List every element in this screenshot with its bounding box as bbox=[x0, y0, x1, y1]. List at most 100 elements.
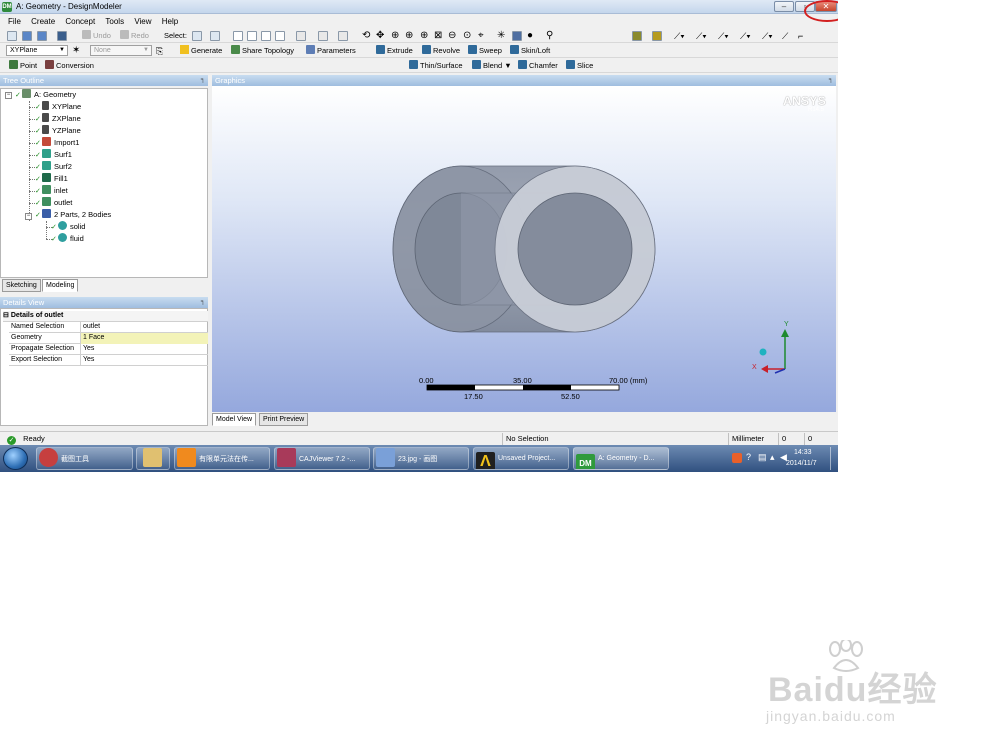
point-button[interactable]: Point bbox=[9, 60, 37, 72]
zoom-box-icon[interactable]: ⊕ bbox=[420, 30, 428, 42]
pin-icon[interactable]: ╕ bbox=[201, 297, 205, 308]
sweep-button[interactable]: Sweep bbox=[468, 45, 502, 57]
taskbar-designmodeler[interactable]: DMA: Geometry - D... bbox=[573, 447, 669, 470]
tree-item-fluid[interactable]: ✓ fluid bbox=[51, 233, 84, 245]
line-tool-4-icon[interactable]: ⟋▾ bbox=[740, 30, 751, 42]
tree-item-fill1[interactable]: ✓ Fill1 bbox=[35, 173, 68, 185]
select-point-icon[interactable] bbox=[192, 31, 202, 41]
taskbar-paint[interactable]: 23.jpg - 画图 bbox=[373, 447, 469, 470]
select-edge-icon[interactable] bbox=[247, 31, 257, 41]
new-plane-icon[interactable]: ✶ bbox=[72, 45, 80, 57]
taskbar-explorer[interactable] bbox=[136, 447, 170, 470]
tab-modeling[interactable]: Modeling bbox=[42, 279, 79, 292]
zoom-out-icon[interactable]: ⊖ bbox=[448, 30, 456, 42]
magnifier-icon[interactable]: ⊙ bbox=[463, 30, 471, 42]
extrude-button[interactable]: Extrude bbox=[376, 45, 413, 57]
tree-item-import1[interactable]: ✓ Import1 bbox=[35, 137, 79, 149]
details-row[interactable]: Named Selection outlet bbox=[9, 322, 208, 333]
minimize-button[interactable]: – bbox=[774, 1, 794, 12]
zoom-in-icon[interactable]: ⊕ bbox=[405, 30, 413, 42]
status-units[interactable]: Millimeter bbox=[728, 433, 778, 445]
expand-root-icon[interactable]: − bbox=[5, 92, 12, 99]
line-tool-2-icon[interactable]: ⟋▾ bbox=[696, 30, 707, 42]
zoom-fit-icon[interactable]: ⊠ bbox=[434, 30, 442, 42]
tree-item-solid[interactable]: ✓ solid bbox=[51, 221, 85, 233]
line-tool-1-icon[interactable]: ⟋▾ bbox=[674, 30, 685, 42]
extend-selection-icon[interactable] bbox=[296, 31, 306, 41]
start-button[interactable] bbox=[3, 447, 28, 470]
measure-icon[interactable]: ⚲ bbox=[546, 30, 553, 42]
menu-create[interactable]: Create bbox=[27, 15, 59, 28]
menu-tools[interactable]: Tools bbox=[101, 15, 128, 28]
screenshot-icon[interactable] bbox=[57, 31, 67, 41]
triad-icon[interactable]: ✳ bbox=[497, 30, 505, 42]
tree-item-parts[interactable]: ✓ 2 Parts, 2 Bodies bbox=[35, 209, 111, 221]
help-icon[interactable]: ? bbox=[746, 452, 751, 462]
menu-concept[interactable]: Concept bbox=[61, 15, 99, 28]
select-body-icon[interactable] bbox=[275, 31, 285, 41]
selection-filter-icon[interactable] bbox=[318, 31, 328, 41]
pin-icon[interactable]: ╕ bbox=[829, 75, 833, 86]
rotate-icon[interactable]: ⟲ bbox=[362, 30, 370, 42]
blend-button[interactable]: Blend ▼ bbox=[472, 60, 512, 72]
display-model-icon[interactable] bbox=[512, 31, 522, 41]
line-tool-7-icon[interactable]: ⌐ bbox=[798, 30, 803, 42]
taskbar-snipping-tool[interactable]: 截图工具 bbox=[36, 447, 133, 470]
menu-file[interactable]: File bbox=[0, 15, 25, 28]
zoom-icon[interactable]: ⊕ bbox=[391, 30, 399, 42]
tray-arrow-icon[interactable]: ▴ bbox=[770, 452, 775, 463]
pin-icon[interactable]: ╕ bbox=[201, 75, 205, 86]
line-tool-5-icon[interactable]: ⟋▾ bbox=[762, 30, 773, 42]
tab-sketching[interactable]: Sketching bbox=[2, 279, 41, 292]
plane-select[interactable]: XYPlane ▼ bbox=[6, 45, 68, 56]
line-tool-6-icon[interactable]: ⟋ bbox=[782, 30, 788, 42]
tab-model-view[interactable]: Model View bbox=[212, 413, 257, 426]
select-vertex-icon[interactable] bbox=[233, 31, 243, 41]
pan-icon[interactable]: ✥ bbox=[376, 30, 384, 42]
tree-item-xyplane[interactable]: ✓ XYPlane bbox=[35, 101, 81, 113]
color-options-icon[interactable] bbox=[652, 31, 662, 41]
tray-app-icon[interactable] bbox=[732, 453, 742, 463]
generate-button[interactable]: Generate bbox=[180, 45, 222, 57]
share-topology-button[interactable]: Share Topology bbox=[231, 45, 294, 57]
tab-print-preview[interactable]: Print Preview bbox=[259, 413, 309, 426]
slice-button[interactable]: Slice bbox=[566, 60, 593, 72]
show-desktop-button[interactable] bbox=[830, 447, 838, 470]
graphics-options-icon[interactable] bbox=[632, 31, 642, 41]
sketch-select[interactable]: None ▼ bbox=[90, 45, 152, 56]
skin-loft-button[interactable]: Skin/Loft bbox=[510, 45, 550, 57]
menu-view[interactable]: View bbox=[130, 15, 155, 28]
thin-surface-button[interactable]: Thin/Surface bbox=[409, 60, 463, 72]
parameters-button[interactable]: Parameters bbox=[306, 45, 356, 57]
new-sketch-icon[interactable]: ⎘ bbox=[156, 45, 163, 57]
new-icon[interactable] bbox=[7, 31, 17, 41]
network-icon[interactable]: ▤ bbox=[758, 452, 767, 463]
tree-item-inlet[interactable]: ✓ inlet bbox=[35, 185, 68, 197]
triad-isometric-ball[interactable] bbox=[759, 348, 767, 356]
tree-root[interactable]: ✓ A: Geometry bbox=[15, 89, 76, 101]
line-tool-3-icon[interactable]: ⟋▾ bbox=[718, 30, 729, 42]
details-row[interactable]: Propagate Selection Yes bbox=[9, 344, 208, 355]
details-row[interactable]: Geometry 1 Face bbox=[9, 333, 208, 344]
select-mode-icon[interactable] bbox=[210, 31, 220, 41]
taskbar-workbench[interactable]: Λ Unsaved Project... bbox=[473, 447, 569, 470]
undo-button[interactable]: Undo bbox=[82, 30, 111, 42]
menu-help[interactable]: Help bbox=[158, 15, 182, 28]
details-row[interactable]: Export Selection Yes bbox=[9, 355, 208, 366]
save-icon[interactable] bbox=[22, 31, 32, 41]
chamfer-button[interactable]: Chamfer bbox=[518, 60, 558, 72]
taskbar-browser[interactable]: 有限单元法在传... bbox=[174, 447, 270, 470]
save-as-icon[interactable] bbox=[37, 31, 47, 41]
tree-item-surf2[interactable]: ✓ Surf2 bbox=[35, 161, 72, 173]
taskbar-cajviewer[interactable]: CAJViewer 7.2 -... bbox=[274, 447, 370, 470]
hide-icon[interactable] bbox=[338, 31, 348, 41]
look-at-icon[interactable]: ⌖ bbox=[478, 30, 484, 42]
tree-item-surf1[interactable]: ✓ Surf1 bbox=[35, 149, 72, 161]
conversion-button[interactable]: Conversion bbox=[45, 60, 94, 72]
redo-button[interactable]: Redo bbox=[120, 30, 149, 42]
revolve-button[interactable]: Revolve bbox=[422, 45, 460, 57]
tree-item-yzplane[interactable]: ✓ YZPlane bbox=[35, 125, 81, 137]
expand-parts-icon[interactable]: − bbox=[25, 213, 32, 220]
select-face-icon[interactable] bbox=[261, 31, 271, 41]
point-display-icon[interactable]: ● bbox=[527, 30, 533, 42]
